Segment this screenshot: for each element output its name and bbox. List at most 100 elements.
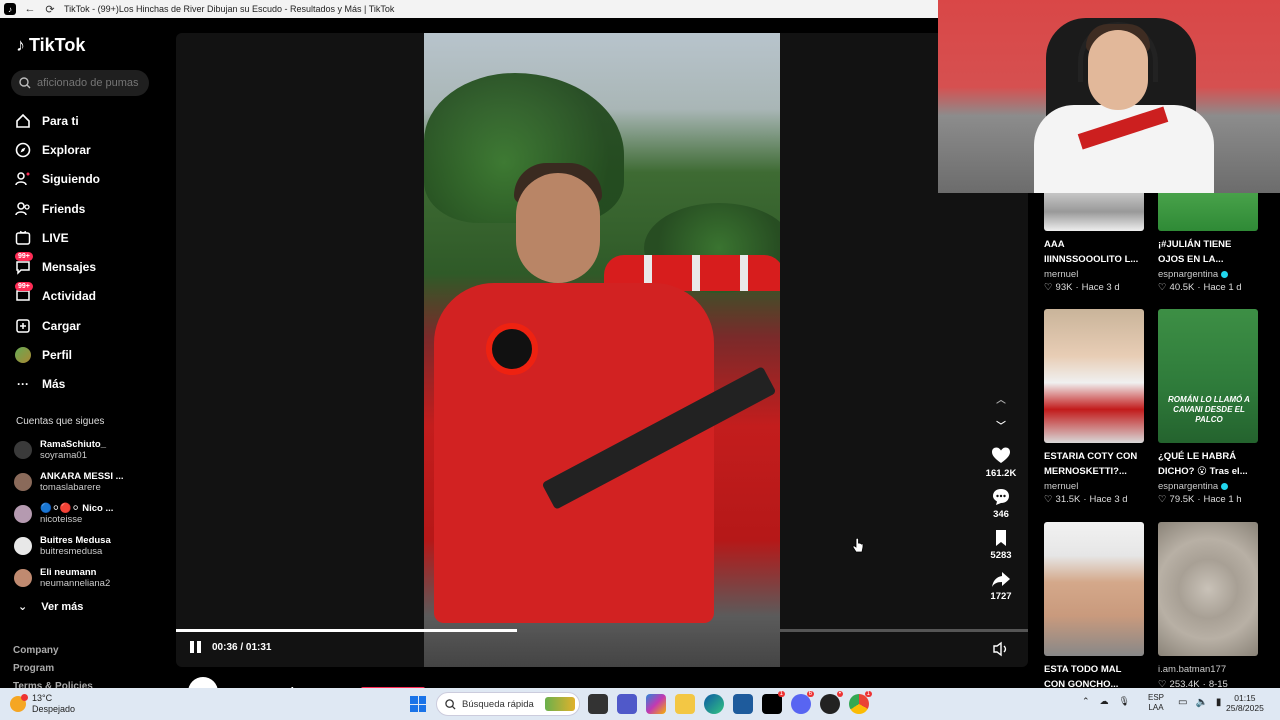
chrome-icon[interactable]: 1 <box>849 691 872 714</box>
nav-label: Para ti <box>42 113 79 128</box>
battery-icon[interactable]: ▮ <box>1216 697 1222 708</box>
avatar <box>14 505 32 523</box>
video-thumbnail[interactable] <box>1158 522 1258 656</box>
friends-icon <box>14 200 32 218</box>
share-icon <box>991 572 1010 587</box>
store-icon[interactable] <box>733 694 753 714</box>
clock-date: 25/8/2025 <box>1226 703 1264 713</box>
video-player[interactable]: 00:36 / 01:31 <box>176 33 1028 667</box>
footer-link-program[interactable]: Program <box>13 660 93 678</box>
video-age: Hace 1 h <box>1203 494 1242 505</box>
pause-button[interactable] <box>190 641 202 653</box>
related-video-card[interactable]: AAA IIINNSSOOOLITO L... mernuel ♡ 93K · Hace… <box>1044 193 1154 293</box>
language-indicator[interactable]: ESP LAA <box>1148 693 1164 713</box>
comment-count: 346 <box>993 509 1009 520</box>
search-icon <box>445 698 456 710</box>
copilot-icon[interactable] <box>646 694 666 714</box>
video-thumbnail[interactable] <box>1044 522 1144 656</box>
nav-item-siguiendo[interactable]: Siguiendo <box>14 165 164 194</box>
avatar-icon <box>14 346 32 364</box>
nav-item-para-ti[interactable]: Para ti <box>14 106 164 135</box>
following-item[interactable]: ANKARA MESSI ... tomaslabarere <box>14 466 164 498</box>
app-icon[interactable]: • <box>820 691 843 714</box>
footer-link-terms[interactable]: Terms & Policies <box>13 678 93 688</box>
nav-item-cargar[interactable]: Cargar <box>14 311 164 340</box>
network-icon[interactable]: ▭ <box>1178 697 1187 708</box>
see-more-button[interactable]: ⌄ Ver más <box>18 600 83 614</box>
home-icon <box>14 112 32 130</box>
search-box[interactable] <box>11 70 149 96</box>
following-item[interactable]: Buitres Medusa buitresmedusa <box>14 530 164 562</box>
video-progress-bar[interactable] <box>176 629 1028 632</box>
like-button[interactable]: 161.2K <box>985 446 1017 479</box>
message-badge: 99+ <box>15 252 33 262</box>
video-thumbnail[interactable] <box>1044 309 1144 443</box>
teams-icon[interactable] <box>617 694 637 714</box>
bookmark-button[interactable]: 5283 <box>990 528 1012 561</box>
tiktok-logo[interactable]: ♪ TikTok <box>16 35 85 56</box>
video-author[interactable]: i.am.batman177 <box>1158 662 1266 677</box>
sidebar: ♪ TikTok Para ti Explorar Siguiendo Frie… <box>0 18 168 688</box>
video-author[interactable]: espnargentina <box>1158 269 1218 280</box>
video-thumbnail[interactable] <box>1044 193 1144 231</box>
share-button[interactable]: 1727 <box>990 569 1012 602</box>
speaker-icon[interactable]: 🔈 <box>1195 697 1207 708</box>
video-author[interactable]: mernuel <box>1044 481 1078 492</box>
video-frame[interactable] <box>424 33 780 667</box>
video-author[interactable]: espnargentina <box>1158 481 1218 492</box>
nav-item-explorar[interactable]: Explorar <box>14 135 164 164</box>
video-age: Hace 3 d <box>1089 494 1128 505</box>
nav-item-perfil[interactable]: Perfil <box>14 340 164 369</box>
cloud-icon[interactable]: ☁ <box>1100 696 1109 707</box>
windows-start-icon[interactable] <box>410 696 426 712</box>
chevron-up-icon[interactable]: ︿ <box>996 386 1006 412</box>
related-video-card[interactable]: ESTA TODO MAL CON GONCHO... <box>1044 522 1154 688</box>
chevron-up-icon[interactable]: ⌃ <box>1082 696 1090 707</box>
task-view-icon[interactable] <box>588 694 608 714</box>
related-video-card[interactable]: ROMÁN LO LLAMÓ A CAVANI DESDE EL PALCO ¿… <box>1158 309 1268 505</box>
reload-icon[interactable]: ⟳ <box>44 3 56 16</box>
following-item[interactable]: 🔵⚪🔴⚪ Nico ... nicoteisse <box>14 498 164 530</box>
following-item[interactable]: RamaSchiuto_ soyrama01 <box>14 434 164 466</box>
chevron-down-icon[interactable]: ﹀ <box>996 412 1006 438</box>
microphone-icon[interactable]: 🎙 <box>1119 696 1130 707</box>
nav-label: Mensajes <box>42 260 97 275</box>
nav-item-mensajes[interactable]: 99+ Mensajes <box>14 252 164 281</box>
nav-label: Más <box>42 377 66 392</box>
weather-temp: 13°C <box>32 693 53 703</box>
like-count: 161.2K <box>985 468 1017 479</box>
following-item[interactable]: Eli neumann neumanneliana2 <box>14 562 164 594</box>
following-name: Buitres Medusa <box>40 535 111 546</box>
weather-widget[interactable]: 13°C Despejado <box>10 693 75 715</box>
heart-outline-icon: ♡ <box>1044 494 1053 505</box>
video-title: IIINNSSOOOLITO L... <box>1044 254 1139 265</box>
discord-icon[interactable]: 6 <box>791 691 814 714</box>
back-arrow-icon[interactable]: ← <box>24 3 36 15</box>
related-video-card[interactable]: ¡#JULIÁN TIENE OJOS EN LA... espnargentin… <box>1158 193 1268 293</box>
tiktok-app-icon[interactable]: 1 <box>762 691 785 714</box>
video-thumbnail[interactable]: ROMÁN LO LLAMÓ A CAVANI DESDE EL PALCO <box>1158 309 1258 443</box>
related-video-card[interactable]: i.am.batman177 ♡ 253.4K · 8-15 <box>1158 522 1268 688</box>
footer-link-company[interactable]: Company <box>13 642 93 660</box>
nav-item-actividad[interactable]: 99+ Actividad <box>14 281 164 311</box>
video-age: 8-15 <box>1208 679 1228 688</box>
video-likes: 253.4K <box>1169 679 1200 688</box>
video-author[interactable]: mernuel <box>1044 269 1078 280</box>
file-explorer-icon[interactable] <box>675 694 695 714</box>
volume-icon[interactable] <box>992 641 1010 657</box>
video-controls: 00:36 / 01:31 <box>190 641 272 653</box>
video-thumbnail[interactable] <box>1158 193 1258 231</box>
comment-button[interactable]: 346 <box>991 487 1011 520</box>
edge-icon[interactable] <box>704 694 724 714</box>
related-video-card[interactable]: ESTARIA COTY CON MERNOSKETTI?... mernuel … <box>1044 309 1154 505</box>
nav-item-friends[interactable]: Friends <box>14 194 164 223</box>
logo-text: TikTok <box>29 35 86 55</box>
verified-icon <box>1221 271 1229 278</box>
nav-item-live[interactable]: LIVE <box>14 223 164 252</box>
nav-item-mas[interactable]: ··· Más <box>14 370 164 399</box>
search-input[interactable] <box>37 77 141 89</box>
taskbar-search[interactable]: Búsqueda rápida <box>436 692 580 716</box>
video-title: ¡#JULIÁN TIENE <box>1158 239 1232 250</box>
taskbar-clock[interactable]: 01:15 25/8/2025 <box>1226 693 1264 713</box>
footer-links: Company Program Terms & Policies <box>13 642 93 688</box>
